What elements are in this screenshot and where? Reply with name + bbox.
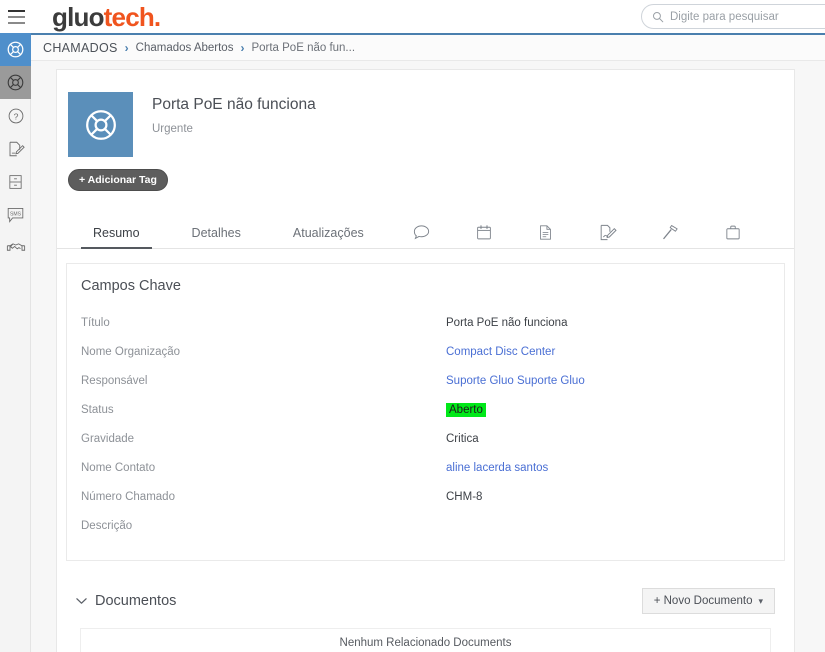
tab-comentarios[interactable]: [390, 223, 453, 248]
logo-text-primary: gluo: [52, 1, 104, 32]
briefcase-icon: [726, 225, 740, 240]
field-value: Critica: [446, 432, 479, 445]
tab-atualizacoes[interactable]: Atualizações: [267, 226, 390, 249]
documents-empty-state: Nenhum Relacionado Documents: [80, 628, 771, 652]
tab-assinaturas[interactable]: [576, 223, 639, 248]
chevron-down-icon: [76, 598, 87, 604]
field-value: Porta PoE não funciona: [446, 316, 568, 329]
status-badge: Aberto: [446, 402, 486, 417]
svg-text:SMS: SMS: [10, 211, 22, 217]
sidebar-item-chamados-abertos[interactable]: [0, 66, 31, 99]
new-document-label: + Novo Documento: [653, 595, 753, 607]
question-circle-icon: ?: [8, 108, 23, 123]
field-label: Título: [81, 316, 110, 329]
breadcrumb-root[interactable]: CHAMADOS: [43, 41, 118, 55]
documents-collapse-toggle[interactable]: Documentos: [76, 593, 176, 609]
ticket-priority: Urgente: [152, 122, 193, 135]
scroll-area: Porta PoE não funciona Urgente + Adicion…: [31, 61, 825, 652]
search-box[interactable]: [641, 4, 825, 29]
sms-icon: SMS: [7, 207, 24, 223]
tab-bar: Resumo Detalhes Atualizações: [57, 207, 794, 249]
sidebar-item-arquivos[interactable]: [0, 165, 31, 198]
documents-section: Documentos + Novo Documento ▾ Nenhum Rel…: [66, 578, 785, 652]
document-icon: [539, 225, 551, 240]
left-sidebar: ? SMS: [0, 33, 31, 652]
documents-empty-message: Nenhum Relacionado Documents: [339, 637, 512, 649]
signature-icon: [600, 224, 617, 241]
breadcrumb-item-2[interactable]: Porta PoE não fun...: [251, 42, 355, 54]
sidebar-item-parceiros[interactable]: [0, 231, 31, 264]
field-label: Status: [81, 403, 114, 416]
search-icon: [653, 11, 664, 22]
breadcrumb: CHAMADOS › Chamados Abertos › Porta PoE …: [31, 33, 825, 61]
field-label: Nome Contato: [81, 461, 156, 474]
field-label: Número Chamado: [81, 490, 175, 503]
lifebuoy-icon: [7, 41, 24, 58]
sidebar-item-contratos[interactable]: [0, 132, 31, 165]
tab-agenda[interactable]: [453, 223, 515, 248]
chevron-right-icon: ›: [240, 40, 245, 55]
hamburger-icon[interactable]: [0, 0, 33, 33]
calendar-icon: [476, 225, 491, 240]
app-logo[interactable]: gluotech.: [52, 1, 161, 32]
documents-header: Documentos + Novo Documento ▾: [70, 582, 781, 614]
avatar: [68, 92, 133, 157]
field-row-descricao: Descrição: [81, 511, 770, 540]
sidebar-item-sms[interactable]: SMS: [0, 198, 31, 231]
logo-text-accent: tech.: [103, 1, 161, 32]
chevron-right-icon: ›: [124, 40, 129, 55]
key-fields-title: Campos Chave: [81, 278, 181, 294]
tab-ativos[interactable]: [702, 223, 764, 248]
tab-ferramentas[interactable]: [639, 223, 702, 248]
file-cabinet-icon: [9, 174, 22, 189]
svg-text:?: ?: [13, 111, 18, 121]
document-pen-icon: [9, 141, 25, 156]
tab-documentos[interactable]: [515, 223, 576, 248]
tab-detalhes[interactable]: Detalhes: [166, 226, 267, 249]
field-label: Nome Organização: [81, 345, 181, 358]
field-row-nome-contato: Nome Contato aline lacerda santos: [81, 453, 770, 482]
lifebuoy-icon: [85, 109, 116, 140]
handshake-icon: [6, 242, 25, 251]
sidebar-item-ajuda[interactable]: ?: [0, 99, 31, 132]
field-value-link[interactable]: Suporte Gluo Suporte Gluo: [446, 375, 585, 387]
page-title: Porta PoE não funciona: [152, 96, 316, 113]
field-row-gravidade: Gravidade Critica: [81, 424, 770, 453]
ticket-meta: Porta PoE não funciona Urgente: [152, 92, 316, 157]
sidebar-item-chamados[interactable]: [0, 33, 31, 66]
field-value-link[interactable]: Compact Disc Center: [446, 346, 555, 358]
field-row-nome-organizacao: Nome Organização Compact Disc Center: [81, 337, 770, 366]
field-row-titulo: Título Porta PoE não funciona: [81, 308, 770, 337]
ticket-card: Porta PoE não funciona Urgente + Adicion…: [56, 69, 795, 652]
main-content: CHAMADOS › Chamados Abertos › Porta PoE …: [31, 33, 825, 652]
tag-row: + Adicionar Tag: [57, 157, 794, 191]
lifebuoy-icon: [7, 74, 24, 91]
field-label: Gravidade: [81, 432, 135, 445]
field-row-responsavel: Responsável Suporte Gluo Suporte Gluo: [81, 366, 770, 395]
add-tag-button[interactable]: + Adicionar Tag: [68, 169, 168, 191]
field-value-link[interactable]: aline lacerda santos: [446, 462, 548, 474]
documents-title: Documentos: [95, 593, 177, 609]
search-input[interactable]: [670, 10, 825, 23]
field-value: CHM-8: [446, 490, 483, 503]
key-fields-panel: Campos Chave Título Porta PoE não funcio…: [66, 263, 785, 561]
breadcrumb-item-1[interactable]: Chamados Abertos: [136, 42, 234, 54]
caret-down-icon: ▾: [758, 595, 763, 606]
field-row-status: Status Aberto: [81, 395, 770, 424]
field-label: Responsável: [81, 374, 148, 387]
top-bar: gluotech.: [0, 0, 825, 33]
tab-resumo[interactable]: Resumo: [67, 226, 166, 249]
field-label: Descrição: [81, 519, 133, 532]
hammer-icon: [662, 225, 678, 240]
field-row-numero-chamado: Número Chamado CHM-8: [81, 482, 770, 511]
chat-bubble-icon: [413, 225, 429, 240]
new-document-button[interactable]: + Novo Documento ▾: [641, 588, 775, 614]
ticket-header: Porta PoE não funciona Urgente: [57, 70, 794, 157]
